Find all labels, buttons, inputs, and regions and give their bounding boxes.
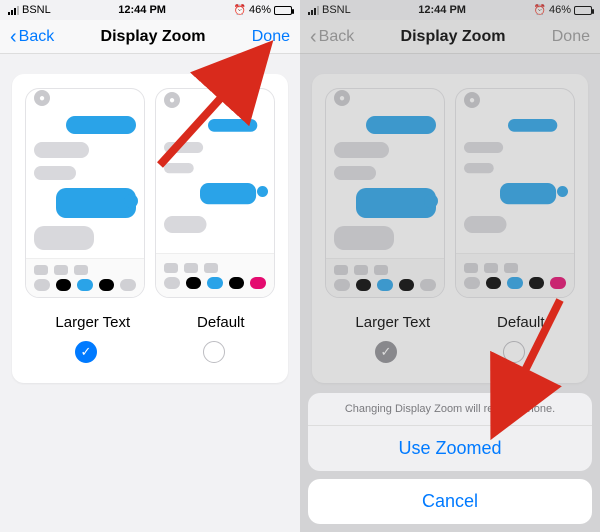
option-label-larger: Larger Text (355, 314, 430, 331)
battery-icon (274, 6, 292, 15)
signal-icon (8, 6, 19, 15)
dock-dots-large (334, 279, 436, 291)
zoom-card: ● ● (12, 74, 288, 383)
status-time: 12:44 PM (418, 4, 466, 16)
option-label-default: Default (497, 314, 545, 331)
back-button[interactable]: ‹ Back (10, 28, 54, 46)
avatar-icon: ● (334, 90, 350, 106)
action-sheet: Changing Display Zoom will restart iPhon… (308, 393, 592, 524)
preview-larger[interactable]: ● (25, 88, 145, 298)
avatar-icon: ● (464, 92, 480, 108)
screenshot-left: BSNL 12:44 PM ⏰ 46% ‹ Back Display Zoom … (0, 0, 300, 532)
avatar-icon: ● (164, 92, 180, 108)
carrier-label: BSNL (322, 4, 351, 16)
nav-bar: ‹ Back Display Zoom Done (0, 20, 300, 54)
nav-bar: ‹ Back Display Zoom Done (300, 20, 600, 54)
preview-default: ● (455, 88, 575, 298)
dock-dots-default (464, 277, 566, 289)
preview-default[interactable]: ● (155, 88, 275, 298)
back-label: Back (19, 28, 55, 46)
battery-percent: 46% (249, 4, 271, 16)
option-label-larger: Larger Text (55, 314, 130, 331)
back-button: ‹ Back (310, 28, 354, 46)
cancel-button[interactable]: Cancel (308, 479, 592, 524)
back-label: Back (319, 28, 355, 46)
status-bar: BSNL 12:44 PM ⏰ 46% (0, 0, 300, 20)
dock-dots-large (34, 279, 136, 291)
carrier-label: BSNL (22, 4, 51, 16)
use-zoomed-button[interactable]: Use Zoomed (308, 426, 592, 471)
radio-default[interactable] (203, 341, 225, 363)
radio-default (503, 341, 525, 363)
preview-larger: ● (325, 88, 445, 298)
page-title: Display Zoom (101, 28, 206, 46)
zoom-card: ● ● (312, 74, 588, 383)
dock-dots-default (164, 277, 266, 289)
alarm-icon: ⏰ (234, 5, 246, 16)
radio-larger[interactable]: ✓ (75, 341, 97, 363)
battery-icon (574, 6, 592, 15)
status-time: 12:44 PM (118, 4, 166, 16)
status-bar: BSNL 12:44 PM ⏰ 46% (300, 0, 600, 20)
signal-icon (308, 6, 319, 15)
sheet-message: Changing Display Zoom will restart iPhon… (308, 393, 592, 426)
radio-larger: ✓ (375, 341, 397, 363)
page-title: Display Zoom (401, 28, 506, 46)
done-button[interactable]: Done (252, 28, 290, 46)
screenshot-right: BSNL 12:44 PM ⏰ 46% ‹ Back Display Zoom … (300, 0, 600, 532)
alarm-icon: ⏰ (534, 5, 546, 16)
done-button: Done (552, 28, 590, 46)
battery-percent: 46% (549, 4, 571, 16)
option-label-default: Default (197, 314, 245, 331)
avatar-icon: ● (34, 90, 50, 106)
